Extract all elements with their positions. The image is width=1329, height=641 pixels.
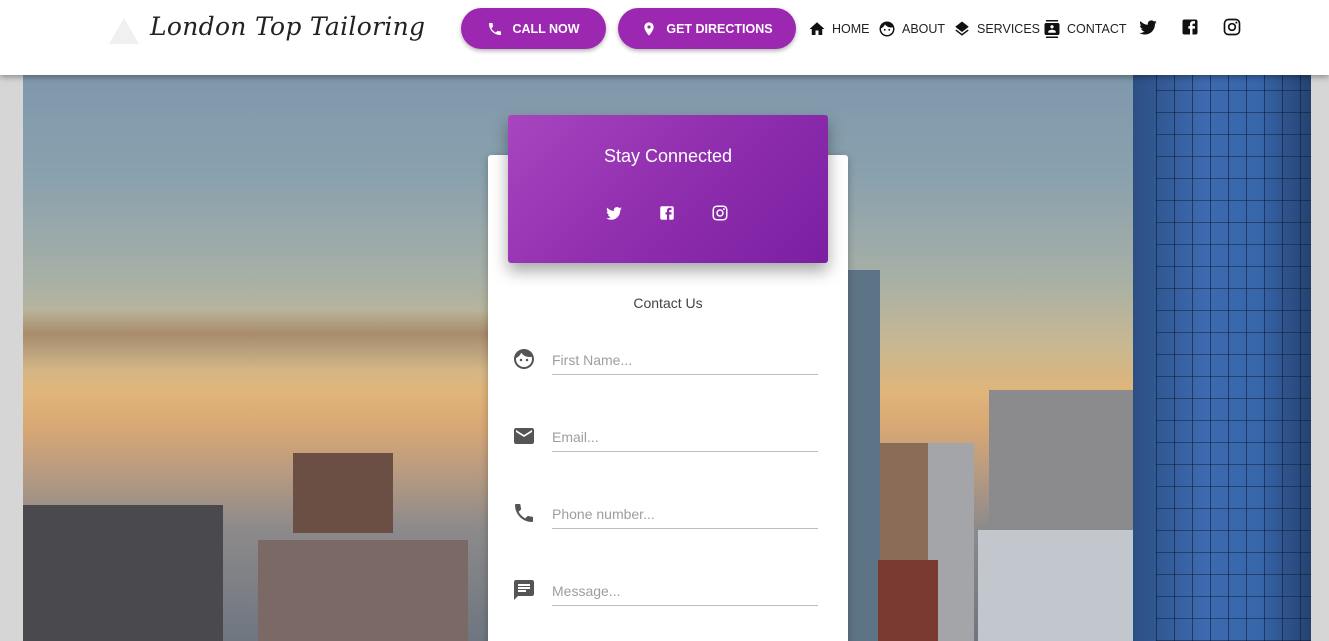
contacts-icon [1044,20,1060,38]
layers-icon [955,21,969,36]
get-directions-button[interactable]: GET DIRECTIONS [618,8,796,49]
building-shape [978,530,1158,641]
nav-contact[interactable]: CONTACT [1043,18,1127,40]
header-twitter-link[interactable] [1138,17,1158,37]
header-instagram-link[interactable] [1222,17,1242,37]
twitter-icon [1139,20,1157,35]
brand-logo-text[interactable]: London Top Tailoring [150,12,425,41]
email-field [512,422,818,458]
nav-services[interactable]: SERVICES [953,18,1040,40]
contact-card-header: Stay Connected [508,115,828,263]
call-now-button[interactable]: CALL NOW [461,8,606,49]
nav-home-label: HOME [832,22,870,36]
phone-field [512,499,818,535]
nav-about-label: ABOUT [902,22,946,36]
message-field [512,576,818,612]
building-shape [878,560,938,641]
mail-icon [512,424,536,448]
instagram-icon [1223,18,1241,36]
card-twitter-link[interactable] [605,204,623,222]
instagram-icon [712,205,728,221]
header-facebook-link[interactable] [1180,17,1200,37]
facebook-icon [1182,19,1198,35]
message-icon [512,578,536,602]
card-header-title: Stay Connected [603,146,733,166]
first-name-field [512,345,818,381]
building-shape [258,540,468,641]
card-facebook-link[interactable] [658,204,676,222]
building-shape [848,270,880,641]
phone-icon [512,501,536,525]
building-shape [293,453,393,533]
nav-about[interactable]: ABOUT [878,18,945,40]
cloud-band [23,310,503,370]
home-icon [809,22,825,35]
face-icon [512,347,536,371]
first-name-input[interactable] [552,345,818,375]
get-directions-label: GET DIRECTIONS [666,21,773,36]
email-input[interactable] [552,422,818,452]
facebook-icon [660,206,674,220]
call-now-label: CALL NOW [512,21,580,36]
nav-services-label: SERVICES [977,22,1040,36]
twitter-icon [606,207,622,220]
glass-tower-grid [1156,75,1311,641]
location-pin-icon [644,21,655,36]
phone-icon [489,22,502,35]
face-icon [879,21,895,37]
top-navbar: London Top Tailoring CALL NOW GET DIRECT… [0,0,1329,75]
phone-input[interactable] [552,499,818,529]
message-input[interactable] [552,576,818,606]
nav-home[interactable]: HOME [808,18,870,40]
nav-contact-label: CONTACT [1067,22,1127,36]
card-instagram-link[interactable] [711,204,729,222]
contact-us-heading: Contact Us [633,295,703,311]
building-shape [23,505,223,641]
logo-mark-icon [109,18,139,44]
